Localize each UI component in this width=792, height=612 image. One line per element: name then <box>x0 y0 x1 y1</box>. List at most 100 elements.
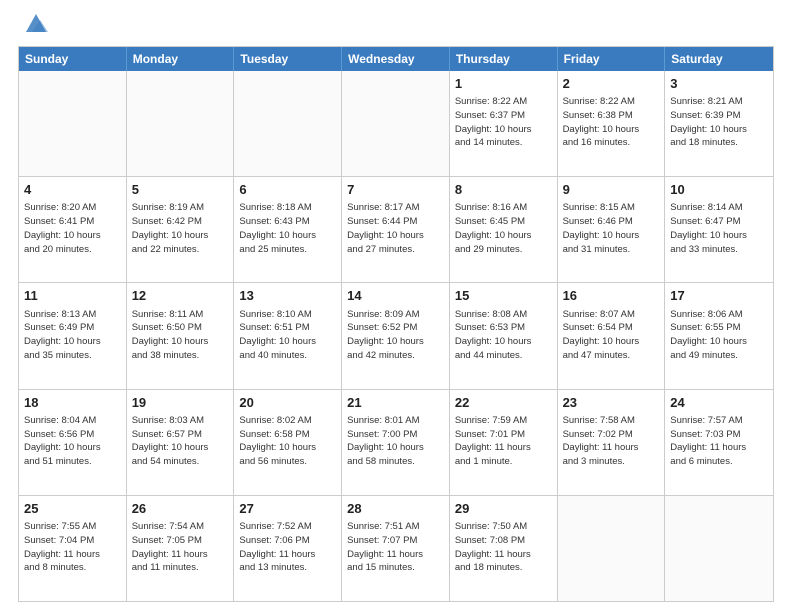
day-number: 6 <box>239 181 336 199</box>
day-info: Sunrise: 8:07 AM Sunset: 6:54 PM Dayligh… <box>563 308 660 363</box>
calendar-cell <box>234 71 342 176</box>
day-info: Sunrise: 8:13 AM Sunset: 6:49 PM Dayligh… <box>24 308 121 363</box>
day-number: 16 <box>563 287 660 305</box>
day-info: Sunrise: 8:16 AM Sunset: 6:45 PM Dayligh… <box>455 201 552 256</box>
header-day-saturday: Saturday <box>665 47 773 71</box>
calendar: SundayMondayTuesdayWednesdayThursdayFrid… <box>18 46 774 602</box>
header-day-tuesday: Tuesday <box>234 47 342 71</box>
calendar-cell: 10 Sunrise: 8:14 AM Sunset: 6:47 PM Dayli… <box>665 177 773 282</box>
calendar-cell: 12 Sunrise: 8:11 AM Sunset: 6:50 PM Dayli… <box>127 283 235 388</box>
calendar-cell: 18Sunrise: 8:04 AM Sunset: 6:56 PM Dayli… <box>19 390 127 495</box>
day-info: Sunrise: 8:03 AM Sunset: 6:57 PM Dayligh… <box>132 414 229 469</box>
day-info: Sunrise: 7:55 AM Sunset: 7:04 PM Dayligh… <box>24 520 121 575</box>
calendar-cell: 17 Sunrise: 8:06 AM Sunset: 6:55 PM Dayli… <box>665 283 773 388</box>
day-number: 9 <box>563 181 660 199</box>
calendar-cell: 16 Sunrise: 8:07 AM Sunset: 6:54 PM Dayli… <box>558 283 666 388</box>
calendar-header: SundayMondayTuesdayWednesdayThursdayFrid… <box>19 47 773 71</box>
day-info: Sunrise: 8:10 AM Sunset: 6:51 PM Dayligh… <box>239 308 336 363</box>
calendar-cell: 9 Sunrise: 8:15 AM Sunset: 6:46 PM Daylig… <box>558 177 666 282</box>
day-number: 19 <box>132 394 229 412</box>
day-number: 25 <box>24 500 121 518</box>
header-day-wednesday: Wednesday <box>342 47 450 71</box>
calendar-cell: 28 Sunrise: 7:51 AM Sunset: 7:07 PM Dayli… <box>342 496 450 601</box>
header-day-sunday: Sunday <box>19 47 127 71</box>
day-number: 3 <box>670 75 768 93</box>
day-info: Sunrise: 7:50 AM Sunset: 7:08 PM Dayligh… <box>455 520 552 575</box>
calendar-cell: 4 Sunrise: 8:20 AM Sunset: 6:41 PM Daylig… <box>19 177 127 282</box>
day-number: 4 <box>24 181 121 199</box>
day-number: 27 <box>239 500 336 518</box>
calendar-week-2: 4 Sunrise: 8:20 AM Sunset: 6:41 PM Daylig… <box>19 176 773 282</box>
calendar-cell <box>342 71 450 176</box>
day-info: Sunrise: 7:57 AM Sunset: 7:03 PM Dayligh… <box>670 414 768 469</box>
day-info: Sunrise: 8:18 AM Sunset: 6:43 PM Dayligh… <box>239 201 336 256</box>
calendar-cell: 24Sunrise: 7:57 AM Sunset: 7:03 PM Dayli… <box>665 390 773 495</box>
day-info: Sunrise: 8:22 AM Sunset: 6:38 PM Dayligh… <box>563 95 660 150</box>
calendar-cell <box>558 496 666 601</box>
calendar-cell: 14 Sunrise: 8:09 AM Sunset: 6:52 PM Dayli… <box>342 283 450 388</box>
day-number: 2 <box>563 75 660 93</box>
day-number: 20 <box>239 394 336 412</box>
day-info: Sunrise: 7:59 AM Sunset: 7:01 PM Dayligh… <box>455 414 552 469</box>
day-number: 15 <box>455 287 552 305</box>
header-day-thursday: Thursday <box>450 47 558 71</box>
logo-icon <box>22 10 50 38</box>
day-number: 7 <box>347 181 444 199</box>
calendar-cell <box>665 496 773 601</box>
day-info: Sunrise: 8:14 AM Sunset: 6:47 PM Dayligh… <box>670 201 768 256</box>
day-number: 8 <box>455 181 552 199</box>
day-info: Sunrise: 8:17 AM Sunset: 6:44 PM Dayligh… <box>347 201 444 256</box>
calendar-cell: 6 Sunrise: 8:18 AM Sunset: 6:43 PM Daylig… <box>234 177 342 282</box>
day-info: Sunrise: 8:11 AM Sunset: 6:50 PM Dayligh… <box>132 308 229 363</box>
day-number: 11 <box>24 287 121 305</box>
calendar-cell <box>19 71 127 176</box>
day-number: 12 <box>132 287 229 305</box>
day-number: 18 <box>24 394 121 412</box>
calendar-cell: 15Sunrise: 8:08 AM Sunset: 6:53 PM Dayli… <box>450 283 558 388</box>
day-info: Sunrise: 8:22 AM Sunset: 6:37 PM Dayligh… <box>455 95 552 150</box>
day-info: Sunrise: 7:51 AM Sunset: 7:07 PM Dayligh… <box>347 520 444 575</box>
calendar-cell: 1 Sunrise: 8:22 AM Sunset: 6:37 PM Daylig… <box>450 71 558 176</box>
calendar-cell: 11 Sunrise: 8:13 AM Sunset: 6:49 PM Dayli… <box>19 283 127 388</box>
day-number: 17 <box>670 287 768 305</box>
calendar-cell: 19 Sunrise: 8:03 AM Sunset: 6:57 PM Dayli… <box>127 390 235 495</box>
day-number: 10 <box>670 181 768 199</box>
day-number: 23 <box>563 394 660 412</box>
calendar-cell: 26 Sunrise: 7:54 AM Sunset: 7:05 PM Dayli… <box>127 496 235 601</box>
calendar-cell: 3 Sunrise: 8:21 AM Sunset: 6:39 PM Daylig… <box>665 71 773 176</box>
calendar-cell: 27 Sunrise: 7:52 AM Sunset: 7:06 PM Dayli… <box>234 496 342 601</box>
calendar-week-3: 11 Sunrise: 8:13 AM Sunset: 6:49 PM Dayli… <box>19 282 773 388</box>
day-info: Sunrise: 8:01 AM Sunset: 7:00 PM Dayligh… <box>347 414 444 469</box>
calendar-cell: 29Sunrise: 7:50 AM Sunset: 7:08 PM Dayli… <box>450 496 558 601</box>
day-info: Sunrise: 7:52 AM Sunset: 7:06 PM Dayligh… <box>239 520 336 575</box>
header-day-monday: Monday <box>127 47 235 71</box>
calendar-cell: 5Sunrise: 8:19 AM Sunset: 6:42 PM Daylig… <box>127 177 235 282</box>
day-number: 13 <box>239 287 336 305</box>
day-info: Sunrise: 8:15 AM Sunset: 6:46 PM Dayligh… <box>563 201 660 256</box>
calendar-cell: 7 Sunrise: 8:17 AM Sunset: 6:44 PM Daylig… <box>342 177 450 282</box>
day-number: 14 <box>347 287 444 305</box>
day-info: Sunrise: 8:19 AM Sunset: 6:42 PM Dayligh… <box>132 201 229 256</box>
calendar-body: 1 Sunrise: 8:22 AM Sunset: 6:37 PM Daylig… <box>19 71 773 601</box>
day-number: 1 <box>455 75 552 93</box>
header-day-friday: Friday <box>558 47 666 71</box>
calendar-cell: 20 Sunrise: 8:02 AM Sunset: 6:58 PM Dayli… <box>234 390 342 495</box>
calendar-cell: 22 Sunrise: 7:59 AM Sunset: 7:01 PM Dayli… <box>450 390 558 495</box>
day-info: Sunrise: 8:20 AM Sunset: 6:41 PM Dayligh… <box>24 201 121 256</box>
calendar-cell: 8 Sunrise: 8:16 AM Sunset: 6:45 PM Daylig… <box>450 177 558 282</box>
day-number: 22 <box>455 394 552 412</box>
day-info: Sunrise: 8:02 AM Sunset: 6:58 PM Dayligh… <box>239 414 336 469</box>
day-info: Sunrise: 8:21 AM Sunset: 6:39 PM Dayligh… <box>670 95 768 150</box>
calendar-cell: 13 Sunrise: 8:10 AM Sunset: 6:51 PM Dayli… <box>234 283 342 388</box>
calendar-cell: 25 Sunrise: 7:55 AM Sunset: 7:04 PM Dayli… <box>19 496 127 601</box>
day-info: Sunrise: 8:06 AM Sunset: 6:55 PM Dayligh… <box>670 308 768 363</box>
day-info: Sunrise: 7:54 AM Sunset: 7:05 PM Dayligh… <box>132 520 229 575</box>
calendar-cell <box>127 71 235 176</box>
calendar-week-5: 25 Sunrise: 7:55 AM Sunset: 7:04 PM Dayli… <box>19 495 773 601</box>
day-info: Sunrise: 8:09 AM Sunset: 6:52 PM Dayligh… <box>347 308 444 363</box>
calendar-cell: 21Sunrise: 8:01 AM Sunset: 7:00 PM Dayli… <box>342 390 450 495</box>
day-info: Sunrise: 7:58 AM Sunset: 7:02 PM Dayligh… <box>563 414 660 469</box>
day-number: 28 <box>347 500 444 518</box>
day-number: 26 <box>132 500 229 518</box>
calendar-week-4: 18Sunrise: 8:04 AM Sunset: 6:56 PM Dayli… <box>19 389 773 495</box>
